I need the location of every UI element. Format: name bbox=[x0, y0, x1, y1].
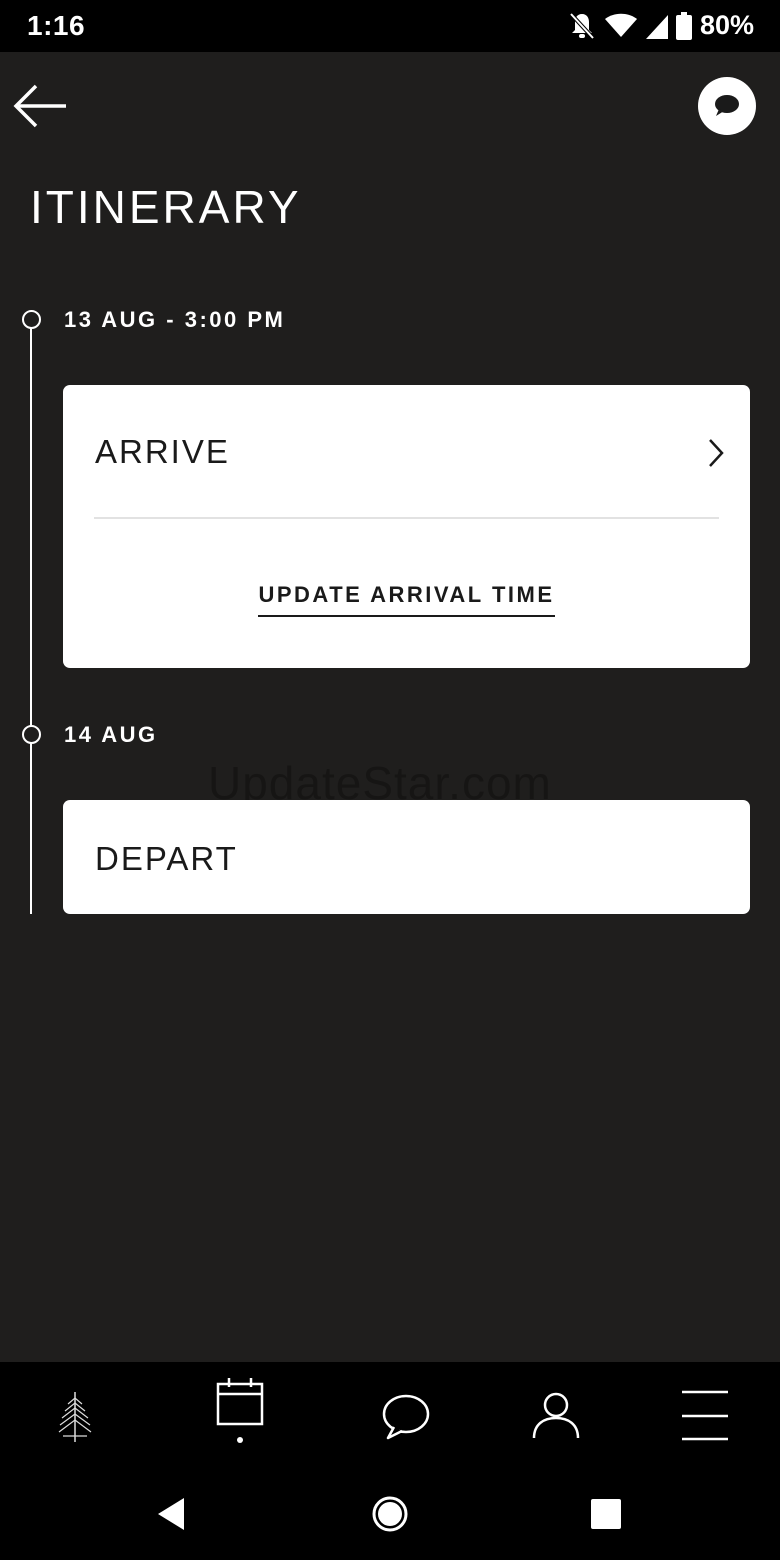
tree-logo-icon bbox=[58, 1392, 92, 1442]
status-bar: 1:16 80% bbox=[0, 0, 780, 52]
date-label: 13 AUG - 3:00 PM bbox=[64, 307, 286, 332]
card-title: DEPART bbox=[95, 840, 238, 877]
timeline-dot bbox=[22, 310, 41, 329]
chat-bubble-icon bbox=[382, 1394, 430, 1440]
date-label: 14 AUG bbox=[64, 722, 158, 747]
cell-signal-icon bbox=[645, 14, 668, 39]
arrive-card: ARRIVE UPDATE ARRIVAL TIME bbox=[63, 385, 750, 668]
update-arrival-time-label: UPDATE ARRIVAL TIME bbox=[258, 582, 555, 617]
app-bar bbox=[0, 52, 780, 162]
chat-button[interactable] bbox=[698, 77, 756, 135]
notifications-off-icon bbox=[569, 12, 595, 39]
status-icons: 80% bbox=[568, 10, 754, 41]
back-button[interactable] bbox=[12, 80, 72, 132]
nav-profile[interactable] bbox=[516, 1374, 596, 1454]
nav-home[interactable] bbox=[35, 1374, 115, 1454]
card-title: ARRIVE bbox=[95, 433, 230, 470]
recents-square-icon[interactable] bbox=[586, 1494, 626, 1534]
arrive-row[interactable]: ARRIVE bbox=[63, 385, 750, 517]
nav-menu[interactable] bbox=[665, 1374, 745, 1454]
page-title: ITINERARY bbox=[30, 181, 302, 233]
nav-chat[interactable] bbox=[366, 1374, 446, 1454]
chevron-right-icon bbox=[709, 439, 724, 467]
system-nav-bar bbox=[0, 1462, 780, 1560]
chat-bubble-icon bbox=[715, 95, 739, 116]
person-icon bbox=[532, 1392, 580, 1439]
battery-icon bbox=[675, 11, 692, 40]
divider bbox=[94, 517, 719, 519]
timeline-dot bbox=[22, 725, 41, 744]
depart-card[interactable]: DEPART bbox=[63, 800, 750, 914]
status-time: 1:16 bbox=[27, 10, 86, 41]
back-arrow-icon bbox=[13, 84, 66, 128]
timeline-line bbox=[30, 328, 32, 914]
battery-percent: 80% bbox=[699, 10, 754, 40]
update-arrival-time-link[interactable]: UPDATE ARRIVAL TIME bbox=[63, 582, 750, 617]
bottom-nav bbox=[0, 1362, 780, 1462]
back-triangle-icon[interactable] bbox=[152, 1494, 192, 1534]
menu-icon bbox=[682, 1390, 728, 1441]
wifi-icon bbox=[604, 13, 637, 37]
active-tab-indicator bbox=[237, 1437, 243, 1443]
home-circle-icon[interactable] bbox=[370, 1494, 410, 1534]
